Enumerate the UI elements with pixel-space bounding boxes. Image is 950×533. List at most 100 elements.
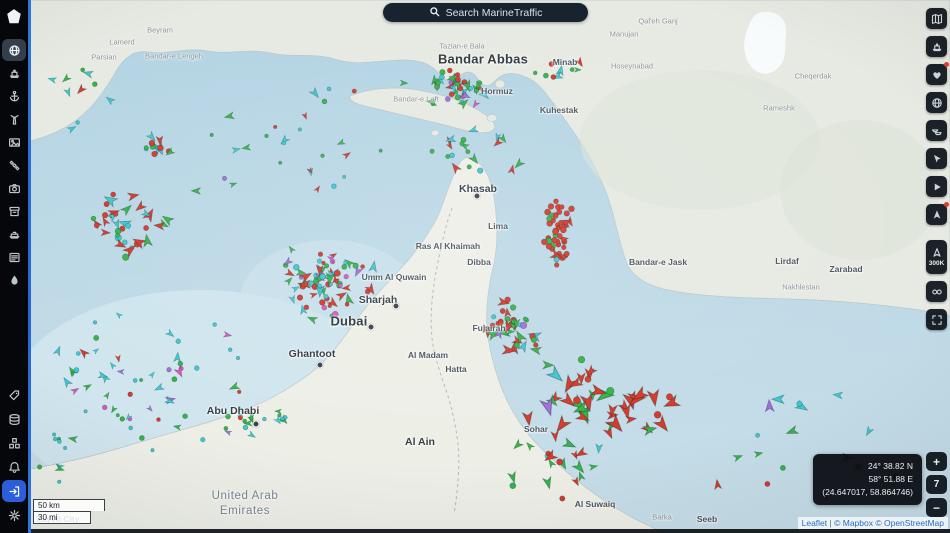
vessel-marker[interactable] — [264, 133, 269, 139]
vessel-marker[interactable] — [182, 413, 188, 419]
vessel-marker[interactable] — [551, 236, 558, 244]
vessel-marker[interactable] — [262, 416, 267, 422]
vessel-marker[interactable] — [57, 479, 62, 484]
photo-icon[interactable] — [2, 131, 26, 153]
vessel-marker[interactable] — [530, 336, 537, 343]
fleet-icon[interactable] — [926, 120, 947, 141]
vessel-marker[interactable] — [372, 275, 377, 281]
vessel-marker[interactable] — [175, 338, 181, 344]
vessel-marker[interactable] — [465, 149, 471, 155]
vessel-marker[interactable] — [52, 432, 57, 437]
play-icon[interactable] — [926, 176, 947, 197]
vessel-marker[interactable] — [150, 448, 155, 453]
vessel-marker[interactable] — [92, 320, 98, 325]
vessel-marker[interactable] — [319, 299, 326, 306]
vessel-marker[interactable] — [563, 210, 570, 217]
vessel-marker[interactable] — [559, 204, 565, 210]
vessel-marker[interactable] — [76, 351, 81, 356]
vessel-marker[interactable] — [477, 167, 484, 174]
vessel-marker[interactable] — [653, 411, 662, 419]
vessel-marker[interactable] — [338, 283, 343, 289]
vessel-marker[interactable] — [548, 61, 555, 67]
vessel-marker[interactable] — [323, 294, 329, 300]
map-canvas[interactable]: Bandar Abbas Dubai Khasab Sharjah Abu Dhabi A… — [0, 0, 950, 533]
vessel-marker[interactable] — [559, 495, 566, 502]
heart-icon[interactable] — [926, 62, 949, 85]
osm-link[interactable]: © OpenStreetMap — [875, 518, 944, 528]
cursor-icon[interactable] — [926, 148, 947, 169]
satellite-icon[interactable] — [2, 154, 26, 176]
vessel-marker[interactable] — [316, 258, 323, 264]
vessel-marker[interactable] — [212, 322, 217, 327]
infinity-icon[interactable] — [926, 281, 947, 302]
vessel-marker[interactable] — [237, 389, 242, 394]
vessel-marker[interactable] — [125, 222, 132, 229]
vessel-marker[interactable] — [119, 416, 125, 422]
vessel-marker[interactable] — [341, 263, 348, 270]
map-book-icon[interactable] — [926, 8, 947, 29]
nav-icon[interactable] — [926, 202, 949, 225]
gear-icon[interactable] — [2, 504, 26, 526]
vessel-marker[interactable] — [439, 69, 446, 76]
vessel-marker[interactable] — [278, 160, 283, 165]
vessel-marker[interactable] — [143, 145, 149, 151]
vessel-marker[interactable] — [504, 316, 511, 322]
vessel-marker[interactable] — [533, 342, 539, 348]
vessel-marker[interactable] — [606, 386, 615, 396]
globe-icon[interactable] — [926, 92, 947, 113]
vessel-marker[interactable] — [296, 294, 304, 301]
vessel-marker[interactable] — [764, 481, 771, 487]
vessel-marker[interactable] — [755, 432, 760, 438]
vessel-marker[interactable] — [151, 150, 158, 158]
expand-icon[interactable] — [926, 309, 947, 330]
vessel-marker[interactable] — [360, 264, 365, 269]
vessel-marker[interactable] — [223, 426, 229, 431]
login-icon[interactable] — [2, 480, 26, 502]
vessel-marker[interactable] — [143, 225, 149, 231]
vessel-marker[interactable] — [321, 304, 328, 311]
vessel-marker[interactable] — [454, 94, 461, 101]
vessel-marker[interactable] — [522, 316, 528, 322]
vessel-marker[interactable] — [568, 205, 575, 213]
database-icon[interactable] — [2, 408, 26, 430]
vessel-marker[interactable] — [546, 215, 553, 222]
vessel-marker[interactable] — [558, 220, 564, 226]
vessel-marker[interactable] — [445, 96, 451, 102]
vessel-marker[interactable] — [780, 465, 786, 471]
vessel-marker[interactable] — [665, 393, 674, 401]
globe-icon[interactable] — [2, 39, 26, 61]
vessel-marker[interactable] — [560, 226, 567, 234]
vessel-marker[interactable] — [554, 262, 560, 268]
vessel-marker[interactable] — [127, 391, 133, 397]
vessel-marker[interactable] — [561, 244, 567, 251]
vessel-marker[interactable] — [313, 278, 319, 285]
vessel-marker[interactable] — [454, 72, 461, 78]
anchor-icon[interactable] — [2, 85, 26, 107]
vessel-marker[interactable] — [303, 304, 310, 310]
vessel-marker[interactable] — [445, 154, 451, 159]
vessel-marker[interactable] — [497, 319, 504, 326]
vessel-marker[interactable] — [80, 67, 86, 73]
vessel-marker[interactable] — [454, 76, 461, 83]
vessel-marker[interactable] — [93, 334, 100, 341]
vessel-marker[interactable] — [342, 175, 347, 179]
vessel-marker[interactable] — [541, 238, 548, 246]
vessel-marker[interactable] — [225, 413, 231, 420]
vessel-marker[interactable] — [237, 415, 243, 421]
vessel-marker[interactable] — [115, 232, 120, 238]
vessel-marker[interactable] — [435, 80, 441, 86]
vessel-marker[interactable] — [584, 375, 592, 383]
leaflet-link[interactable]: Leaflet — [802, 518, 828, 528]
vessel-marker[interactable] — [324, 263, 330, 269]
vessel-marker[interactable] — [343, 274, 349, 280]
zoom-out-button[interactable]: − — [926, 498, 947, 517]
vessel-marker[interactable] — [520, 321, 528, 329]
vessel-marker[interactable] — [139, 378, 144, 382]
vessel-marker[interactable] — [556, 458, 564, 466]
vessel-marker[interactable] — [194, 365, 200, 371]
station-icon[interactable] — [2, 108, 26, 130]
search-bar[interactable]: Search MarineTraffic — [383, 3, 588, 22]
vessel-marker[interactable] — [132, 378, 138, 383]
vessel-marker[interactable] — [156, 417, 161, 422]
vessel-marker[interactable] — [344, 301, 350, 307]
